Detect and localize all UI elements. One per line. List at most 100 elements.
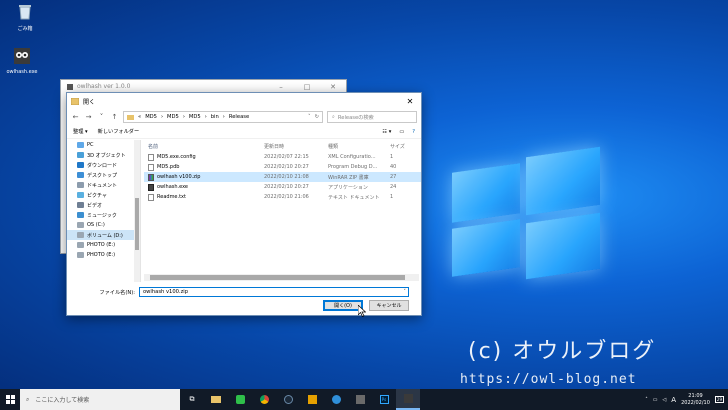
dialog-titlebar[interactable]: 開く ✕ (67, 93, 421, 109)
breadcrumb-item[interactable]: Release (229, 114, 249, 120)
dialog-buttons: 開く(O) キャンセル (67, 300, 421, 314)
chevron-down-icon[interactable]: ˅ (403, 289, 408, 295)
close-icon[interactable]: ✕ (320, 83, 346, 91)
recycle-bin-icon (19, 5, 31, 20)
filename-row: ファイル名(N): owlhash v100.zip ˅ (67, 286, 421, 298)
sidebar-item-desktop[interactable]: デスクトップ (67, 170, 140, 180)
video-icon (77, 202, 84, 208)
column-header-name[interactable]: 名前 (144, 143, 264, 150)
file-row[interactable]: MD5.pdb 2022/02/10 20:27 Program Debug D… (144, 162, 421, 172)
file-row[interactable]: owlhash.exe 2022/02/10 20:27 アプリケーション 24 (144, 182, 421, 192)
taskbar-app[interactable] (300, 389, 324, 410)
search-placeholder: Releaseの検索 (337, 114, 374, 121)
breadcrumb-item[interactable]: MD5 (189, 114, 201, 120)
sidebar-item-drive-c[interactable]: OS (C:) (67, 220, 140, 230)
network-icon[interactable]: ▭ (653, 397, 658, 403)
music-icon (77, 212, 84, 218)
windows-logo-wallpaper (452, 146, 602, 280)
breadcrumb-item[interactable]: MD5 (145, 114, 157, 120)
taskbar-app[interactable] (252, 389, 276, 410)
taskbar-app[interactable] (348, 389, 372, 410)
column-header-date[interactable]: 更新日時 (264, 143, 328, 150)
config-file-icon (148, 153, 154, 161)
watermark-url: https://owl-blog.net (460, 372, 637, 387)
address-dropdown-icon[interactable]: ˅ (308, 114, 311, 120)
taskbar-app[interactable] (324, 389, 348, 410)
sidebar-item-pc[interactable]: PC (67, 140, 140, 150)
search-box[interactable]: ⌕ Releaseの検索 (327, 111, 417, 123)
sidebar-item-drive-e[interactable]: PHOTO (E:) (67, 240, 140, 250)
notification-center-icon[interactable]: 29 (714, 396, 724, 403)
scroll-thumb[interactable] (135, 198, 139, 250)
horizontal-scrollbar[interactable] (144, 274, 419, 281)
file-row[interactable]: Readme.txt 2022/02/10 21:06 テキスト ドキュメント … (144, 192, 421, 202)
up-arrow-icon[interactable]: ↑ (110, 113, 119, 121)
task-view-icon: ⧉ (189, 395, 195, 403)
open-file-dialog[interactable]: 開く ✕ ← → ˅ ↑ « MD5 › MD5 › MD5 › bin › Relea… (66, 92, 422, 316)
breadcrumb-item[interactable]: MD5 (167, 114, 179, 120)
organize-button[interactable]: 整理 ▾ (73, 128, 88, 135)
start-button[interactable] (0, 389, 20, 410)
picture-icon (77, 192, 84, 198)
sidebar-item-downloads[interactable]: ダウンロード (67, 160, 140, 170)
sidebar-item-videos[interactable]: ビデオ (67, 200, 140, 210)
preview-pane-icon[interactable]: ▭ (399, 129, 404, 135)
help-icon[interactable]: ? (412, 129, 415, 135)
file-row[interactable]: MD5.exe.config 2022/02/07 22:15 XML Conf… (144, 152, 421, 162)
explorer-folder-icon (211, 396, 221, 403)
breadcrumb-item[interactable]: bin (211, 114, 219, 120)
system-tray: ˄ ▭ ◁ A 21:09 2022/02/10 29 (645, 393, 728, 407)
taskbar-app-active[interactable] (396, 389, 420, 410)
desktop-icon-owlhash[interactable]: owlhash.exe (5, 47, 39, 75)
back-arrow-icon[interactable]: ← (71, 113, 80, 121)
address-bar[interactable]: « MD5 › MD5 › MD5 › bin › Release ˅ ↻ (123, 111, 323, 123)
taskbar-search-box[interactable]: ⌕ ここに入力して検索 (20, 389, 180, 410)
app-icon (67, 83, 73, 90)
dialog-title: 開く (83, 98, 96, 106)
show-hidden-icons-icon[interactable]: ˄ (645, 397, 648, 403)
column-header-type[interactable]: 種類 (328, 143, 390, 150)
clock[interactable]: 21:09 2022/02/10 (681, 393, 710, 407)
scroll-thumb[interactable] (150, 275, 405, 280)
desktop-icon (77, 172, 84, 178)
task-view-button[interactable]: ⧉ (180, 389, 204, 410)
mouse-cursor-icon (358, 305, 366, 317)
steam-icon (283, 395, 293, 404)
sidebar-item-music[interactable]: ミュージック (67, 210, 140, 220)
forward-arrow-icon[interactable]: → (84, 113, 93, 121)
sidebar-item-3d-objects[interactable]: 3D オブジェクト (67, 150, 140, 160)
maximize-icon[interactable]: □ (294, 83, 320, 91)
cancel-button[interactable]: キャンセル (369, 300, 409, 311)
filename-input[interactable]: owlhash v100.zip ˅ (139, 287, 409, 297)
back-window-title: owlhash ver 1.0.0 (77, 83, 131, 90)
desktop-icon-recycle-bin[interactable]: ごみ箱 (8, 3, 42, 32)
sidebar-item-drive-d[interactable]: ボリューム (D:) (67, 230, 140, 240)
navigation-bar: ← → ˅ ↑ « MD5 › MD5 › MD5 › bin › Release ˅ … (67, 109, 421, 125)
taskbar-app[interactable] (228, 389, 252, 410)
close-icon[interactable]: ✕ (399, 97, 421, 106)
search-icon: ⌕ (332, 113, 335, 120)
taskbar-app[interactable] (204, 389, 228, 410)
download-icon (77, 162, 84, 168)
windows-start-icon (5, 395, 15, 404)
column-header-size[interactable]: サイズ (390, 143, 410, 150)
minimize-icon[interactable]: – (268, 83, 294, 91)
sidebar-item-documents[interactable]: ドキュメント (67, 180, 140, 190)
command-bar: 整理 ▾ 新しいフォルダー ☷ ▾ ▭ ? (67, 125, 421, 139)
folder-icon (127, 114, 134, 120)
sidebar-scrollbar[interactable] (134, 140, 140, 282)
taskbar-app[interactable]: Ps (372, 389, 396, 410)
file-row-selected[interactable]: owlhash v100.zip 2022/02/10 21:08 WinRAR… (144, 172, 421, 182)
view-options-icon[interactable]: ☷ ▾ (382, 129, 391, 135)
sidebar-item-drive-e-2[interactable]: PHOTO (E:) (67, 250, 140, 260)
new-folder-button[interactable]: 新しいフォルダー (98, 128, 140, 135)
drive-icon (77, 252, 84, 258)
refresh-icon[interactable]: ↻ (315, 114, 319, 120)
recent-chevron-icon[interactable]: ˅ (97, 113, 106, 121)
taskbar-app[interactable] (276, 389, 300, 410)
volume-icon[interactable]: ◁ (662, 397, 666, 403)
ime-mode-indicator[interactable]: A (671, 396, 676, 404)
owl-app-icon (403, 394, 413, 403)
sidebar-item-pictures[interactable]: ピクチャ (67, 190, 140, 200)
open-button[interactable]: 開く(O) (323, 300, 363, 311)
